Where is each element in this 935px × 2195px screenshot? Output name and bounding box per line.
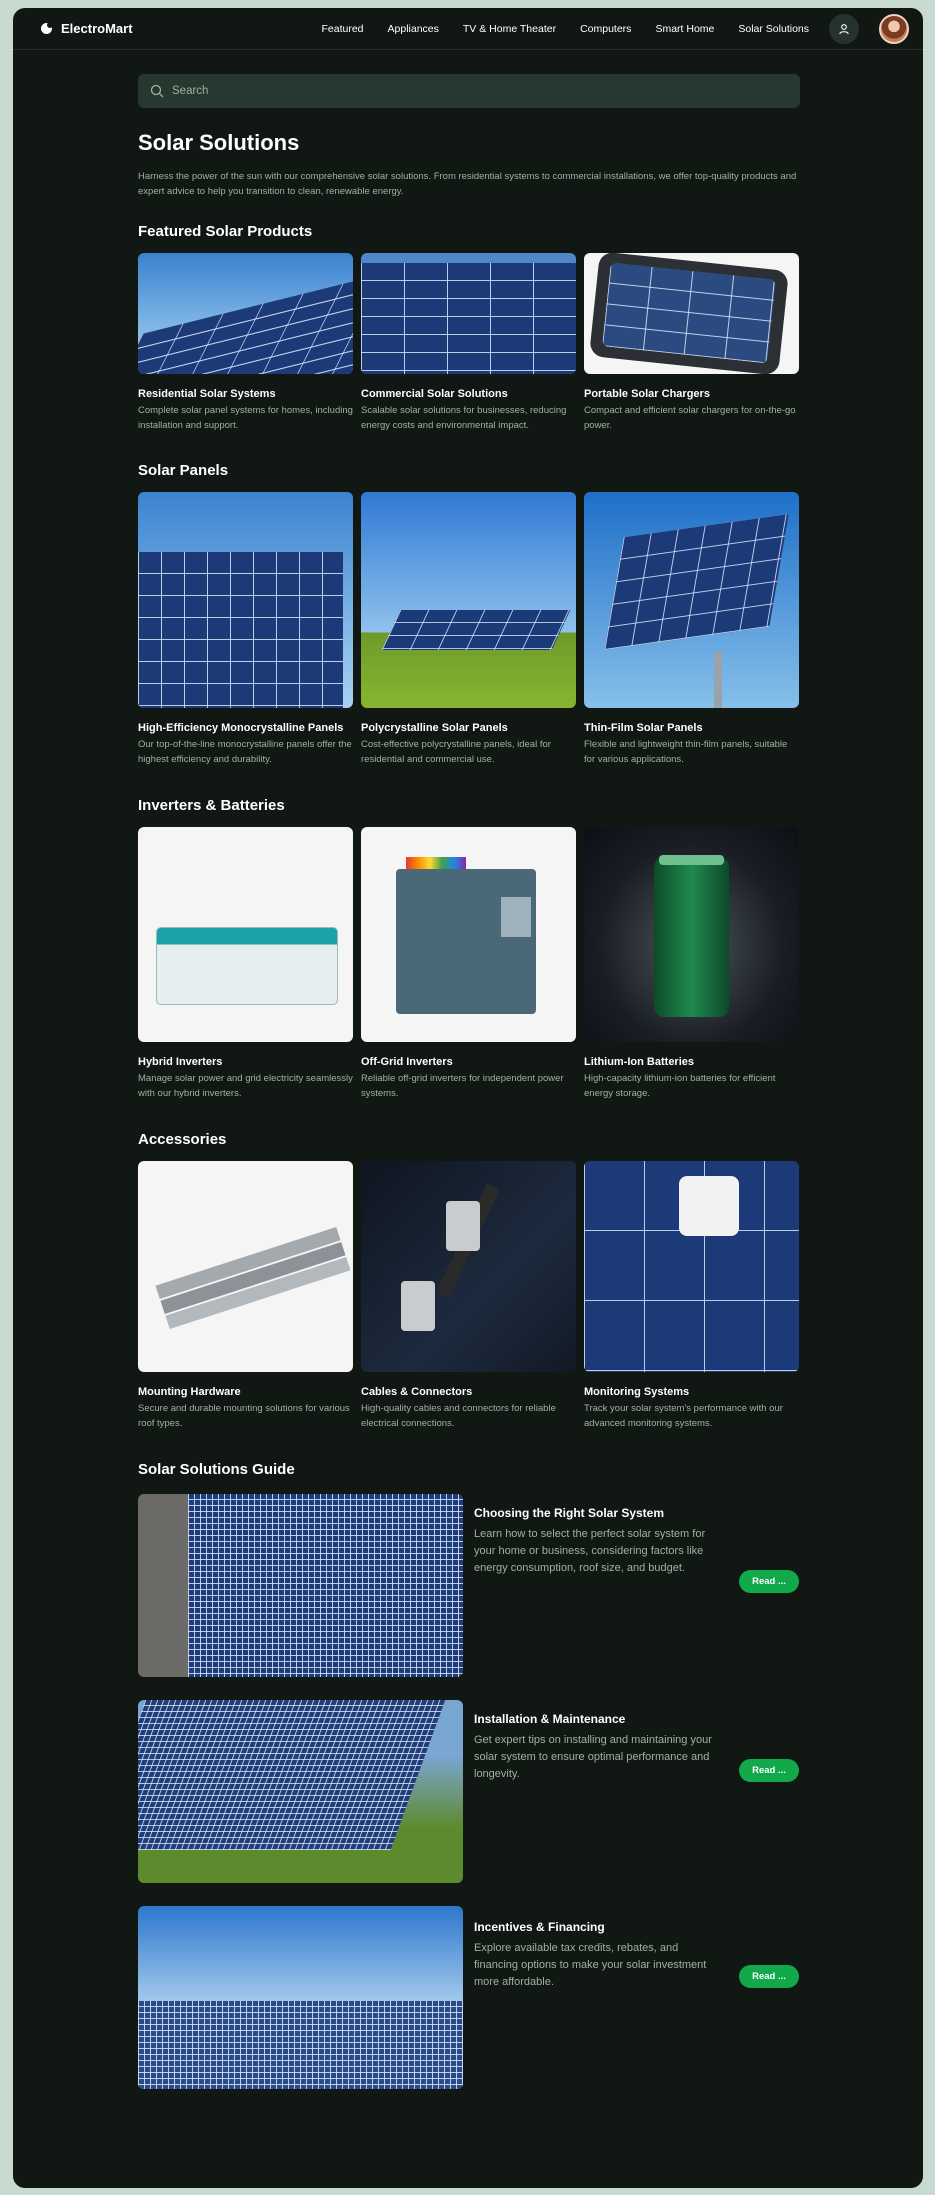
card-description: Secure and durable mounting solutions fo… [138, 1403, 350, 1429]
card-description: Track your solar system's performance wi… [584, 1403, 783, 1429]
guide-description: Learn how to select the perfect solar sy… [474, 1528, 706, 1574]
guide-section-title: Solar Solutions Guide [138, 1461, 295, 1478]
card-description: Compact and efficient solar chargers for… [584, 405, 796, 431]
product-image [361, 827, 576, 1042]
product-card[interactable]: Hybrid Inverters Manage solar power and … [138, 827, 353, 1101]
card-title: Commercial Solar Solutions [361, 388, 508, 400]
card-description: Manage solar power and grid electricity … [138, 1073, 353, 1099]
guide-image [138, 1494, 463, 1677]
product-image [138, 1161, 353, 1372]
card-title: Off-Grid Inverters [361, 1056, 453, 1068]
card-title: Portable Solar Chargers [584, 388, 710, 400]
product-card[interactable]: Mounting Hardware Secure and durable mou… [138, 1161, 353, 1431]
accessories-grid: Mounting Hardware Secure and durable mou… [138, 1161, 800, 1431]
product-image [138, 827, 353, 1042]
guide-body: Installation & Maintenance Get expert ti… [474, 1700, 724, 1783]
card-title: Thin-Film Solar Panels [584, 722, 703, 734]
guide-item: Installation & Maintenance Get expert ti… [138, 1700, 800, 1883]
guide-body: Choosing the Right Solar System Learn ho… [474, 1494, 724, 1577]
inverters-section-title: Inverters & Batteries [138, 797, 285, 814]
guide-title: Choosing the Right Solar System [474, 1506, 665, 1520]
card-title: Residential Solar Systems [138, 388, 276, 400]
avatar[interactable] [879, 13, 909, 44]
product-card[interactable]: Portable Solar Chargers Compact and effi… [584, 253, 799, 433]
card-description: Cost-effective polycrystalline panels, i… [361, 739, 551, 765]
card-description: Our top-of-the-line monocrystalline pane… [138, 739, 352, 765]
card-title: Cables & Connectors [361, 1386, 473, 1398]
nav-solar-solutions[interactable]: Solar Solutions [738, 23, 809, 35]
app-window: ElectroMart Featured Appliances TV & Hom… [13, 8, 923, 2188]
product-image [584, 1161, 799, 1372]
solar-panels-grid: High-Efficiency Monocrystalline Panels O… [138, 492, 800, 767]
read-more-button[interactable]: Read ... [739, 1965, 799, 1988]
card-title: High-Efficiency Monocrystalline Panels [138, 722, 344, 734]
page-title: Solar Solutions [138, 130, 300, 155]
card-description: High-quality cables and connectors for r… [361, 1403, 556, 1429]
read-more-button[interactable]: Read ... [739, 1759, 799, 1782]
brand-logo-icon [41, 22, 53, 34]
guide-item: Choosing the Right Solar System Learn ho… [138, 1494, 800, 1677]
top-header: ElectroMart Featured Appliances TV & Hom… [13, 8, 923, 50]
product-image [584, 492, 799, 708]
product-card[interactable]: Monitoring Systems Track your solar syst… [584, 1161, 799, 1431]
card-title: Mounting Hardware [138, 1386, 241, 1398]
card-title: Polycrystalline Solar Panels [361, 722, 508, 734]
search-input[interactable] [172, 85, 772, 97]
brand[interactable]: ElectroMart [41, 21, 133, 36]
product-image [138, 253, 353, 374]
guide-body: Incentives & Financing Explore available… [474, 1906, 724, 1991]
product-card[interactable]: Thin-Film Solar Panels Flexible and ligh… [584, 492, 799, 767]
product-card[interactable]: High-Efficiency Monocrystalline Panels O… [138, 492, 353, 767]
card-description: Complete solar panel systems for homes, … [138, 405, 353, 431]
product-card[interactable]: Off-Grid Inverters Reliable off-grid inv… [361, 827, 576, 1101]
product-card[interactable]: Cables & Connectors High-quality cables … [361, 1161, 576, 1431]
guide-description: Explore available tax credits, rebates, … [474, 1942, 707, 1988]
search-bar [138, 74, 800, 108]
accessories-section-title: Accessories [138, 1131, 227, 1148]
featured-section-title: Featured Solar Products [138, 223, 313, 240]
nav-appliances[interactable]: Appliances [388, 23, 439, 35]
user-icon [839, 23, 849, 34]
featured-grid: Residential Solar Systems Complete solar… [138, 253, 800, 433]
main-content: Solar Solutions Harness the power of the… [138, 74, 800, 2089]
product-card[interactable]: Commercial Solar Solutions Scalable sola… [361, 253, 576, 433]
guide-image [138, 1700, 463, 1883]
card-title: Lithium-Ion Batteries [584, 1056, 695, 1068]
read-more-button[interactable]: Read ... [739, 1570, 799, 1593]
product-card[interactable]: Residential Solar Systems Complete solar… [138, 253, 353, 433]
product-card[interactable]: Lithium-Ion Batteries High-capacity lith… [584, 827, 799, 1101]
account-button[interactable] [829, 13, 859, 44]
product-image [584, 253, 799, 374]
product-card[interactable]: Polycrystalline Solar Panels Cost-effect… [361, 492, 576, 767]
guide-title: Installation & Maintenance [474, 1712, 626, 1726]
page-intro: Harness the power of the sun with our co… [138, 171, 797, 197]
card-description: Flexible and lightweight thin-film panel… [584, 739, 788, 765]
guide-description: Get expert tips on installing and mainta… [474, 1734, 712, 1780]
guide-title: Incentives & Financing [474, 1920, 605, 1934]
solar-panels-section-title: Solar Panels [138, 462, 229, 479]
search-icon [150, 84, 164, 98]
nav-featured[interactable]: Featured [321, 23, 363, 35]
product-image [361, 492, 576, 708]
card-description: High-capacity lithium-ion batteries for … [584, 1073, 776, 1099]
brand-name: ElectroMart [61, 21, 133, 36]
guide-image [138, 1906, 463, 2089]
inverters-grid: Hybrid Inverters Manage solar power and … [138, 827, 800, 1101]
card-title: Monitoring Systems [584, 1386, 690, 1398]
product-image [361, 1161, 576, 1372]
nav-smart-home[interactable]: Smart Home [655, 23, 714, 35]
nav-tv-home-theater[interactable]: TV & Home Theater [463, 23, 556, 35]
card-description: Reliable off-grid inverters for independ… [361, 1073, 564, 1099]
guide-item: Incentives & Financing Explore available… [138, 1906, 800, 2089]
card-title: Hybrid Inverters [138, 1056, 223, 1068]
nav-computers[interactable]: Computers [580, 23, 631, 35]
main-nav: Featured Appliances TV & Home Theater Co… [321, 23, 829, 35]
product-image [584, 827, 799, 1042]
product-image [138, 492, 353, 708]
product-image [361, 253, 576, 374]
card-description: Scalable solar solutions for businesses,… [361, 405, 567, 431]
